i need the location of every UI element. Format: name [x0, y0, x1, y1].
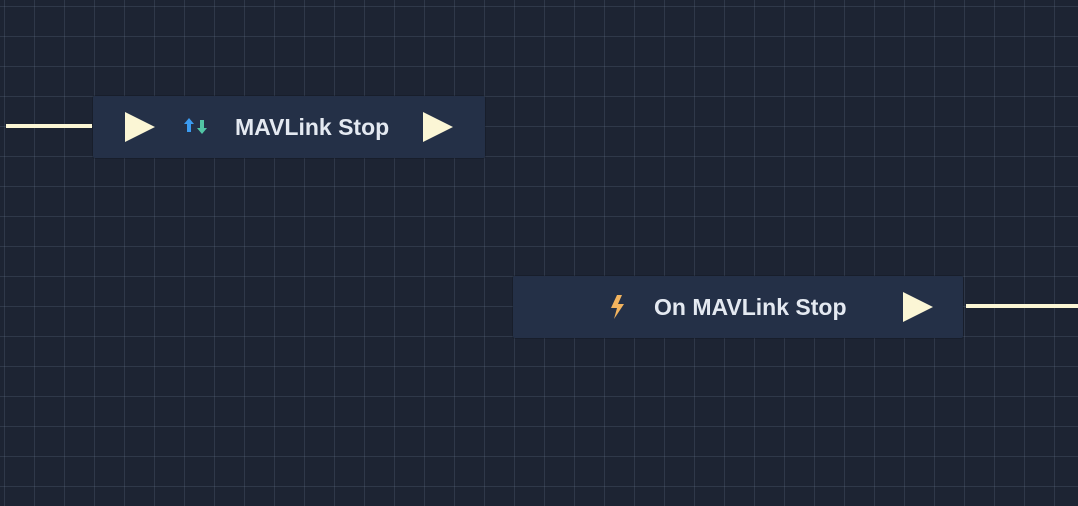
- node-title: MAVLink Stop: [235, 114, 390, 140]
- exec-wire-in[interactable]: [6, 124, 92, 128]
- up-down-arrows-icon: [184, 118, 207, 134]
- node-title: On MAVLink Stop: [654, 294, 847, 320]
- node-graph-canvas[interactable]: MAVLink Stop On MAVLink Stop: [0, 0, 1078, 506]
- mavlink-stop-node[interactable]: MAVLink Stop: [93, 96, 485, 158]
- lightning-bolt-icon: [611, 295, 624, 319]
- on-mavlink-stop-node[interactable]: On MAVLink Stop: [513, 276, 963, 338]
- exec-output-pin[interactable]: [423, 112, 453, 142]
- exec-output-pin[interactable]: [903, 292, 933, 322]
- exec-input-pin[interactable]: [125, 112, 155, 142]
- exec-wire-out[interactable]: [966, 304, 1078, 308]
